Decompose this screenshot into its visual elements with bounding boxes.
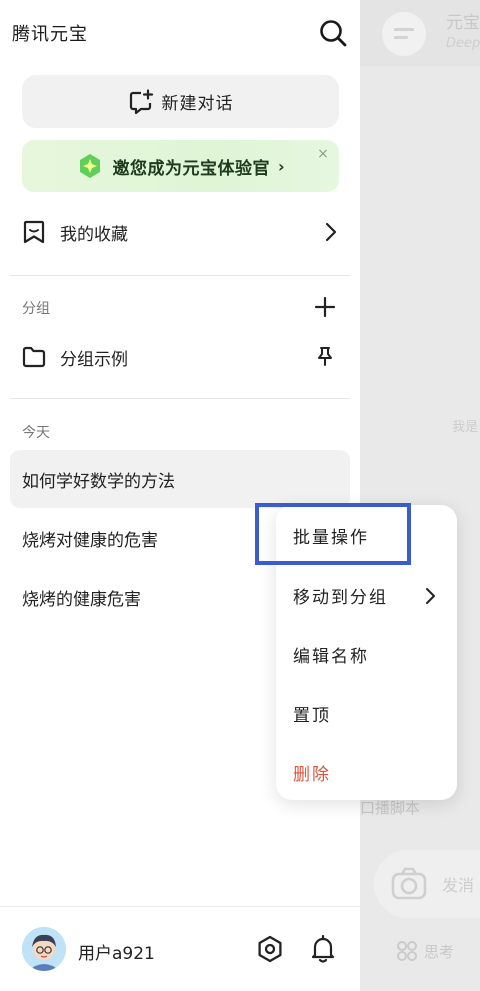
highlight-box	[255, 503, 411, 565]
user-name: 用户a921	[78, 944, 155, 964]
main-subtitle: DeepS	[446, 36, 480, 51]
menu-item-label: 编辑名称	[293, 646, 369, 667]
sidebar-drawer: 腾讯元宝 新建对话 邀您成为元宝体验官 › × 我的收藏 分组 分组示例 今天 …	[0, 0, 360, 991]
new-chat-icon	[129, 88, 153, 114]
new-chat-label: 新建对话	[161, 94, 234, 114]
group-item-example[interactable]: 分组示例	[22, 340, 342, 374]
avatar[interactable]	[22, 927, 66, 971]
search-icon[interactable]	[318, 18, 348, 48]
bell-icon[interactable]	[310, 934, 336, 964]
sparkle-icon	[80, 154, 101, 178]
main-hint-text: 我是	[452, 420, 479, 435]
menu-item-delete[interactable]: 删除	[276, 747, 457, 797]
close-icon[interactable]: ×	[313, 144, 333, 164]
new-chat-button[interactable]: 新建对话	[22, 75, 339, 128]
think-label: 思考	[424, 942, 455, 961]
group-heading: 分组	[22, 301, 50, 317]
divider	[10, 398, 350, 399]
avatar-image	[22, 927, 66, 971]
think-toggle[interactable]: 思考	[396, 936, 454, 966]
pin-icon[interactable]	[316, 346, 334, 366]
think-icon	[397, 941, 417, 961]
folder-icon	[22, 346, 46, 368]
today-heading: 今天	[22, 425, 50, 441]
menu-item-label: 置顶	[293, 705, 331, 726]
app-title: 腾讯元宝	[12, 24, 88, 45]
divider	[10, 275, 350, 276]
menu-item-label: 删除	[293, 764, 331, 785]
menu-icon[interactable]	[382, 12, 426, 56]
chevron-right-icon	[426, 588, 435, 604]
settings-icon[interactable]	[256, 935, 284, 963]
message-input-bar[interactable]: 发消	[374, 850, 480, 918]
message-input-placeholder: 发消	[442, 876, 475, 895]
main-header: 元宝 DeepS	[360, 0, 480, 66]
main-title: 元宝	[446, 13, 480, 33]
favorites-label: 我的收藏	[60, 224, 128, 245]
favorites-item[interactable]: 我的收藏	[22, 215, 342, 249]
camera-icon[interactable]	[390, 866, 428, 902]
banner-label: 邀您成为元宝体验官	[112, 158, 270, 179]
bookmark-icon	[23, 220, 45, 244]
chat-item[interactable]: 如何学好数学的方法	[10, 450, 350, 508]
main-clip-text: 口播脚本	[360, 799, 421, 817]
menu-item-pin-top[interactable]: 置顶	[276, 688, 457, 738]
menu-item-rename[interactable]: 编辑名称	[276, 629, 457, 679]
main-pane: 元宝 DeepS 我是 口播脚本 发消 思考	[360, 0, 480, 991]
plus-icon[interactable]	[314, 296, 336, 318]
group-item-label: 分组示例	[60, 349, 128, 370]
user-bar: 用户a921	[0, 906, 360, 991]
menu-item-move-to-group[interactable]: 移动到分组	[276, 570, 457, 620]
chevron-right-icon	[325, 222, 337, 242]
menu-item-label: 移动到分组	[293, 587, 388, 608]
experience-officer-banner[interactable]: 邀您成为元宝体验官 ›	[22, 140, 339, 192]
banner-chevron: ›	[277, 156, 285, 176]
